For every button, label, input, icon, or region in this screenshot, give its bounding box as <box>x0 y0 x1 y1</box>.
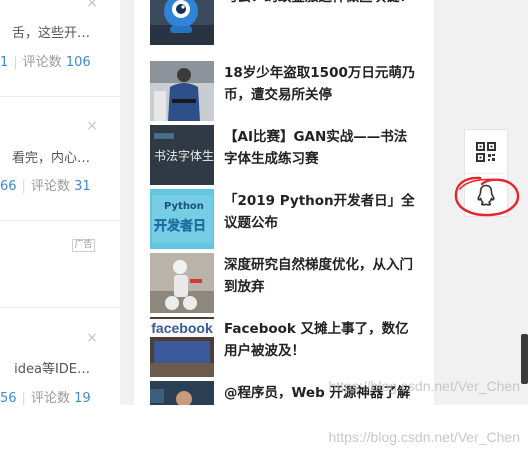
blue-mascot-icon[interactable] <box>150 0 214 45</box>
qrcode-icon <box>476 141 496 162</box>
article-title[interactable]: Facebook 又摊上事了，数亿用户被波及！ <box>224 318 420 362</box>
python-banner-icon[interactable]: Python 开发者日 <box>150 189 214 249</box>
comments-label: 评论数 <box>22 55 62 70</box>
article-item[interactable]: Python 开发者日 「2019 Python开发者日」全议题公布 <box>150 189 426 249</box>
article-title[interactable]: 深度研究自然梯度优化，从入门到放弃 <box>224 254 420 298</box>
comments-count: 106 <box>65 55 91 70</box>
article-title[interactable]: 【AI比赛】GAN实战——书法字体生成练习赛 <box>224 126 420 170</box>
comments-count: 19 <box>74 391 91 405</box>
article-title[interactable]: 「2019 Python开发者日」全议题公布 <box>224 190 420 234</box>
divider <box>0 220 120 221</box>
person-photo-icon[interactable] <box>150 381 214 405</box>
python-label: Python <box>164 201 204 212</box>
stat-count: 1 <box>0 55 9 70</box>
robot-photo-icon[interactable] <box>150 253 214 313</box>
qrcode-button[interactable] <box>465 130 507 173</box>
article-item[interactable]: 18岁少年盗取1500万日元萌乃币，遭交易所关停 <box>150 61 426 121</box>
feed-snippet[interactable]: 看完，内心… <box>0 147 90 166</box>
calligraphy-banner-icon[interactable]: 书法字体生成 <box>150 125 214 185</box>
article-title[interactable]: 马云：蚂蚁金服这样做区块链！ <box>224 0 420 8</box>
close-icon[interactable]: × <box>86 119 98 133</box>
qq-icon <box>477 184 495 206</box>
watermark: https://blog.csdn.net/Ver_Chen <box>328 429 520 445</box>
svg-text:书法字体生成: 书法字体生成 <box>154 148 214 163</box>
stat-count: 66 <box>0 179 17 194</box>
side-toolbar <box>464 129 508 217</box>
qq-button[interactable] <box>465 173 507 216</box>
article-item[interactable]: 书法字体生成 【AI比赛】GAN实战——书法字体生成练习赛 <box>150 125 426 185</box>
feed-snippet[interactable]: 舌，这些开… <box>0 22 90 41</box>
feed-column: × 舌，这些开… 1 | 评论数 106 × 看完，内心… 66 | 评论数 31 广告… <box>0 0 120 405</box>
stat-count: 56 <box>0 391 17 405</box>
feed-meta: 1 | 评论数 106 <box>0 55 91 70</box>
page-viewport: × 舌，这些开… 1 | 评论数 106 × 看完，内心… 66 | 评论数 31 广告… <box>0 0 528 405</box>
scroll-edge[interactable] <box>521 334 528 384</box>
comments-label: 评论数 <box>30 179 70 194</box>
police-photo-icon[interactable] <box>150 61 214 121</box>
comments-count: 31 <box>74 179 91 194</box>
recommend-list: 马云：蚂蚁金服这样做区块链！ 18岁少年盗取1500万日元萌乃币，遭交易所关停 <box>134 0 434 405</box>
ad-badge: 广告 <box>72 239 95 252</box>
article-title[interactable]: 18岁少年盗取1500万日元萌乃币，遭交易所关停 <box>224 62 420 106</box>
article-item[interactable]: 马云：蚂蚁金服这样做区块链！ <box>150 0 426 45</box>
comments-label: 评论数 <box>30 391 70 405</box>
divider <box>0 96 120 97</box>
facebook-sign-icon[interactable]: facebook <box>150 317 214 377</box>
feed-snippet[interactable]: idea等IDE… <box>0 358 90 377</box>
article-item[interactable]: 深度研究自然梯度优化，从入门到放弃 <box>150 253 426 313</box>
watermark-overlay: https://blog.csdn.net/Ver_Chen <box>328 378 520 394</box>
facebook-label: facebook <box>151 320 213 336</box>
divider <box>0 307 120 308</box>
article-item[interactable]: facebook Facebook 又摊上事了，数亿用户被波及！ <box>150 317 426 377</box>
python-subtitle: 开发者日 <box>154 219 207 235</box>
feed-meta: 66 | 评论数 31 <box>0 179 91 194</box>
close-icon[interactable]: × <box>86 331 98 345</box>
close-icon[interactable]: × <box>86 0 98 10</box>
feed-meta: 56 | 评论数 19 <box>0 391 91 405</box>
